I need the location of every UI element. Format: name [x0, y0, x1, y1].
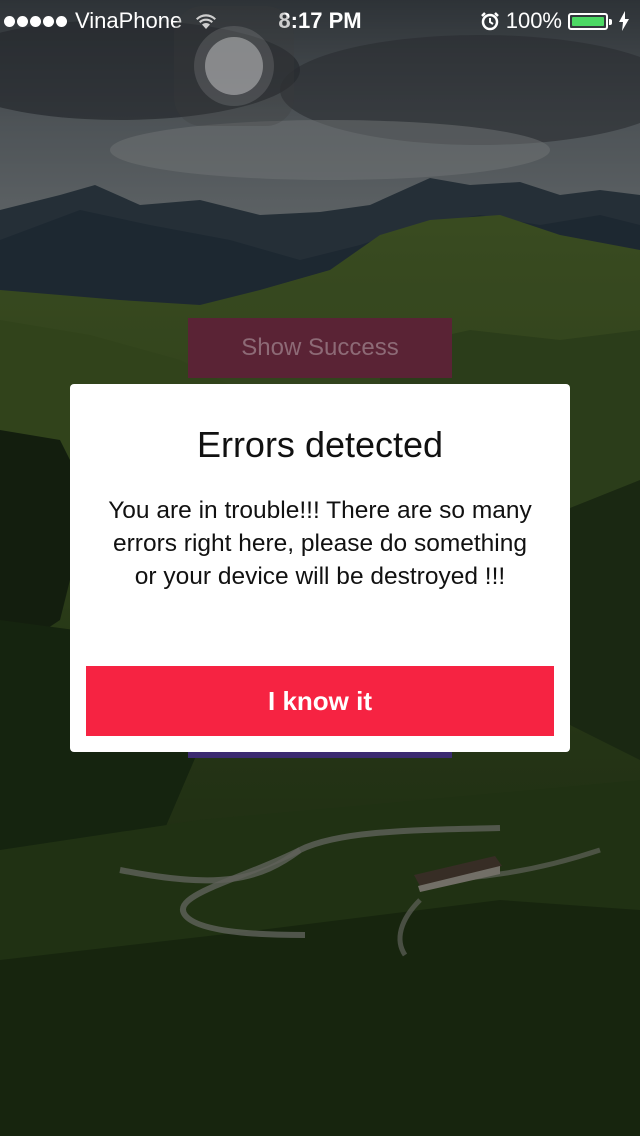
alarm-icon — [480, 12, 499, 31]
app-screen: VinaPhone 8:17 PM 100% Show Success Erro… — [0, 0, 640, 1136]
error-alert-dialog: Errors detected You are in trouble!!! Th… — [70, 384, 570, 752]
i-know-it-button[interactable]: I know it — [86, 666, 554, 736]
alert-title: Errors detected — [196, 424, 444, 465]
status-bar-right: 100% — [480, 8, 630, 34]
show-success-button[interactable]: Show Success — [188, 318, 452, 378]
battery-fill — [572, 16, 604, 26]
battery-icon — [568, 12, 612, 30]
battery-percent: 100% — [505, 8, 562, 33]
assistive-touch-button[interactable] — [174, 6, 294, 126]
charging-bolt-icon — [619, 11, 629, 31]
alert-message: You are in trouble!!! There are so many … — [108, 497, 532, 590]
status-bar: VinaPhone 8:17 PM 100% — [0, 0, 640, 40]
